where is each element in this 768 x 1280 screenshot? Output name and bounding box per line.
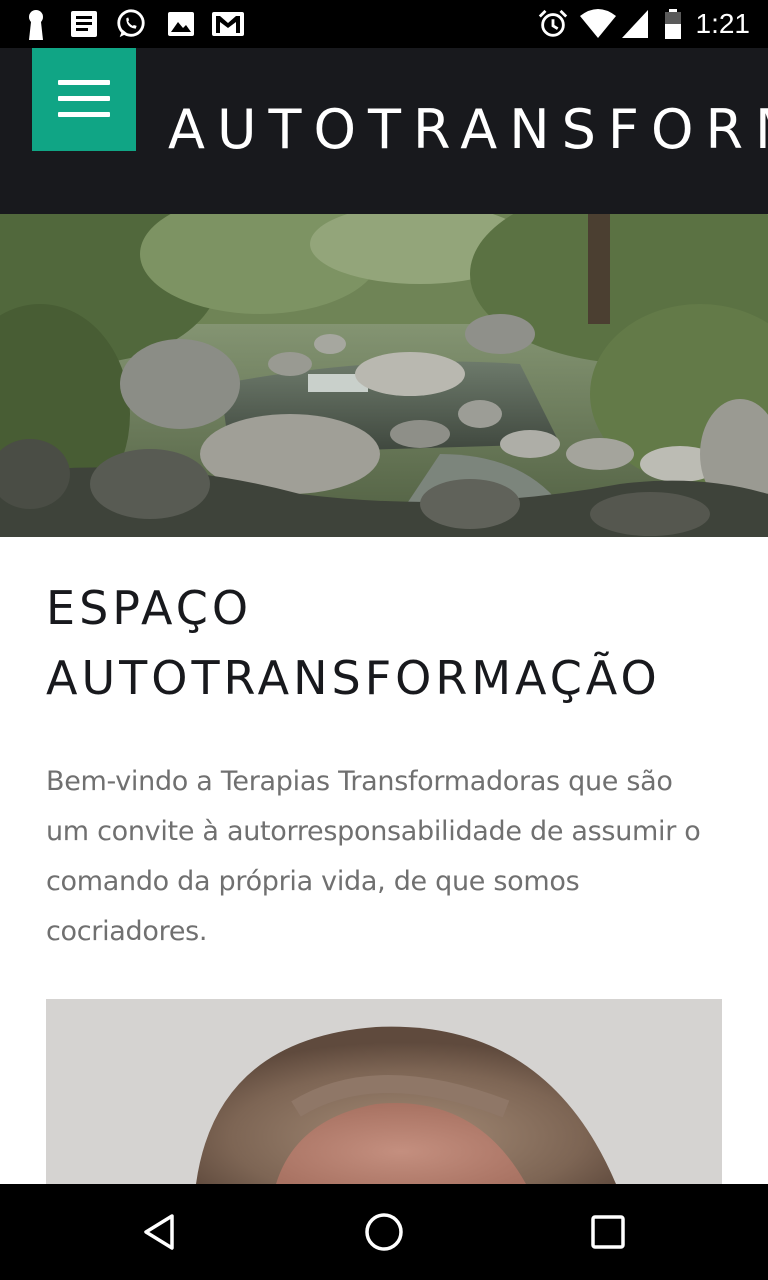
recents-icon[interactable] — [586, 1210, 630, 1254]
site-title[interactable]: AUTOTRANSFORMAÇÃO — [168, 98, 768, 162]
hero-image — [0, 214, 768, 537]
page-title: ESPAÇO AUTOTRANSFORMAÇÃO — [46, 581, 661, 705]
back-icon[interactable] — [138, 1210, 182, 1254]
home-icon[interactable] — [362, 1210, 406, 1254]
main-content: ESPAÇO AUTOTRANSFORMAÇÃO Bem-vindo a Ter… — [46, 537, 722, 957]
news-icon — [71, 11, 97, 37]
wifi-icon — [580, 9, 616, 38]
keyhole-icon — [29, 10, 43, 40]
portrait-image — [46, 999, 722, 1184]
intro-paragraph: Bem-vindo a Terapias Transformadoras que… — [46, 766, 701, 947]
whatsapp-icon — [117, 9, 145, 38]
clock-time: 1:21 — [695, 8, 751, 39]
forest-stream-photo — [0, 214, 768, 537]
status-bar: 1:21 — [0, 0, 768, 48]
signal-icon — [622, 10, 648, 38]
system-nav-bar — [0, 1184, 768, 1280]
menu-button[interactable] — [32, 48, 136, 151]
battery-icon — [665, 9, 681, 39]
image-icon — [168, 12, 194, 36]
site-header: AUTOTRANSFORMAÇÃO — [0, 48, 768, 214]
gmail-icon — [212, 12, 244, 36]
woman-portrait-photo — [46, 999, 722, 1184]
alarm-icon — [538, 9, 568, 37]
